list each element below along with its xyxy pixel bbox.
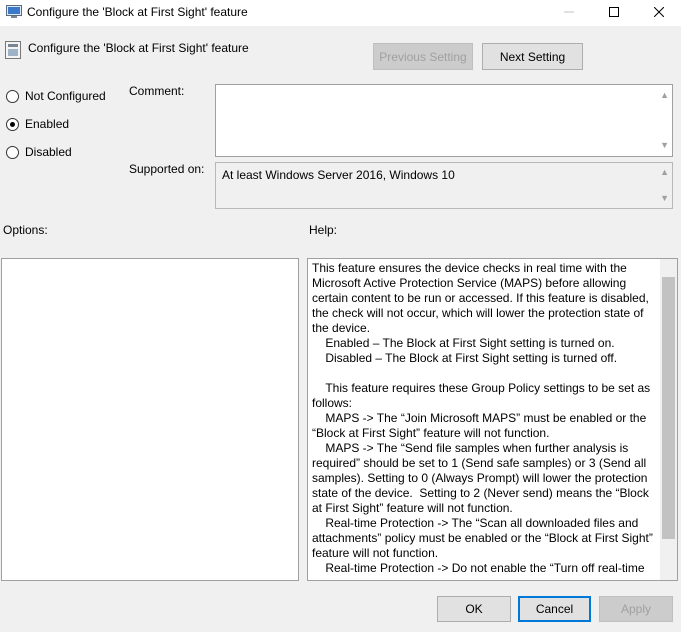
minimize-button[interactable] (546, 0, 592, 26)
supported-on-label: Supported on: (129, 162, 205, 176)
close-button[interactable] (636, 0, 681, 26)
radio-button-enabled[interactable] (6, 117, 19, 131)
comment-textarea[interactable]: ▲ ▼ (215, 84, 673, 157)
options-panel (1, 258, 299, 581)
window-title: Configure the 'Block at First Sight' fea… (27, 5, 248, 19)
help-scrollbar-thumb[interactable] (662, 277, 675, 539)
radio-label-enabled: Enabled (25, 117, 70, 131)
supported-scrollbar[interactable]: ▲ ▼ (656, 163, 672, 208)
radio-button-disabled[interactable] (6, 145, 19, 159)
scroll-up-icon[interactable]: ▲ (660, 168, 669, 177)
help-label: Help: (309, 223, 338, 237)
supported-on-value: At least Windows Server 2016, Windows 10 (222, 168, 455, 182)
scroll-down-icon[interactable]: ▼ (660, 141, 669, 150)
cancel-button[interactable]: Cancel (518, 596, 591, 622)
radio-button-not-configured[interactable] (6, 89, 19, 103)
radio-not-configured[interactable]: Not Configured (6, 88, 106, 104)
scroll-up-icon[interactable]: ▲ (660, 91, 669, 100)
radio-disabled[interactable]: Disabled (6, 144, 72, 160)
maximize-icon (609, 6, 619, 20)
policy-app-icon (6, 5, 22, 19)
policy-setting-icon (5, 41, 21, 59)
title-bar: Configure the 'Block at First Sight' fea… (0, 0, 681, 26)
supported-on-field: At least Windows Server 2016, Windows 10… (215, 162, 673, 209)
previous-setting-button[interactable]: Previous Setting (373, 43, 473, 70)
minimize-icon (564, 6, 574, 20)
next-setting-button[interactable]: Next Setting (482, 43, 583, 70)
close-icon (653, 6, 665, 20)
maximize-button[interactable] (591, 0, 637, 26)
comment-scrollbar[interactable]: ▲ ▼ (656, 85, 672, 156)
comment-label: Comment: (129, 84, 185, 98)
ok-button[interactable]: OK (437, 596, 511, 622)
scroll-down-icon[interactable]: ▼ (660, 194, 669, 203)
help-text: This feature ensures the device checks i… (312, 261, 653, 573)
radio-label-disabled: Disabled (25, 145, 72, 159)
apply-button[interactable]: Apply (599, 596, 673, 622)
setting-title: Configure the 'Block at First Sight' fea… (28, 41, 249, 55)
radio-enabled[interactable]: Enabled (6, 116, 69, 132)
options-label: Options: (3, 223, 48, 237)
radio-label-not-configured: Not Configured (25, 89, 106, 103)
